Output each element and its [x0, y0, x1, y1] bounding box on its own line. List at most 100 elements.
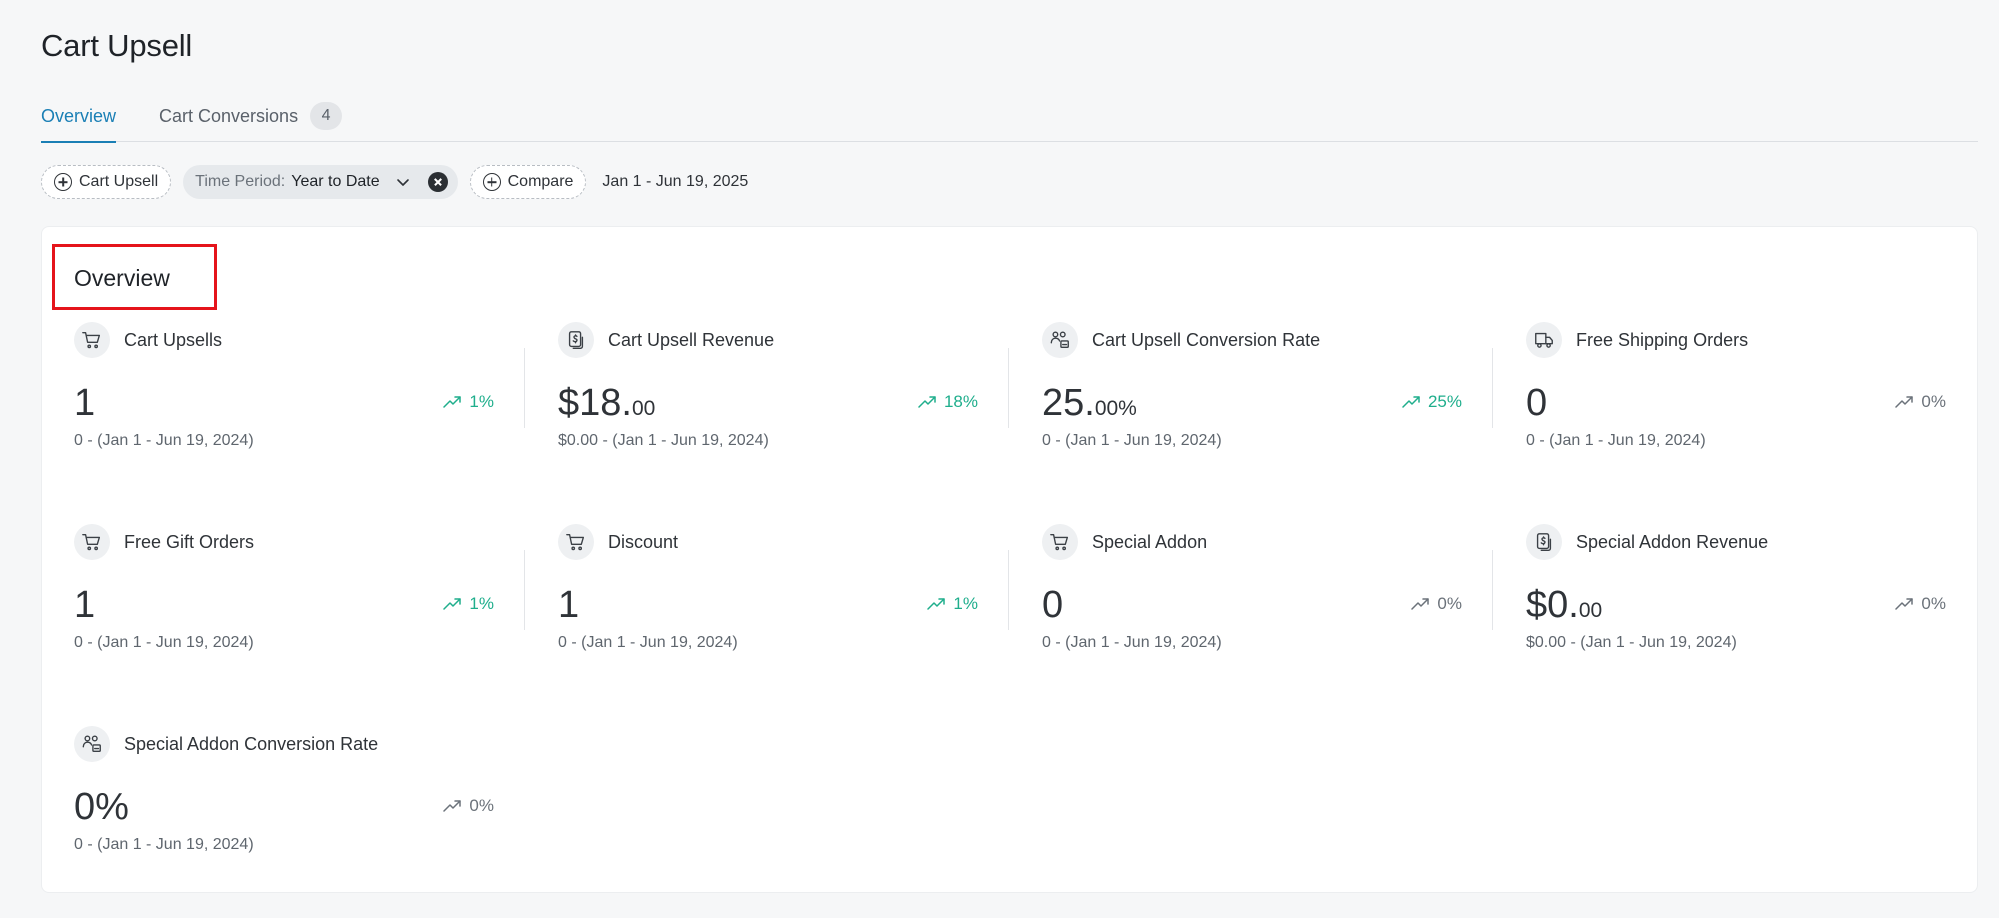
metric-delta-value: 1%	[469, 594, 494, 613]
metric-value: 1	[74, 384, 95, 422]
metric-header: Cart Upsells	[74, 322, 222, 358]
metric-header: Special Addon Revenue	[1526, 524, 1768, 560]
tab-cart-conversions-label: Cart Conversions	[159, 106, 299, 126]
trend-up-icon	[443, 395, 463, 409]
metric-value-main: 0	[1042, 584, 1064, 626]
trend-up-icon	[927, 597, 947, 611]
page-title: Cart Upsell	[41, 28, 193, 63]
trend-up-icon	[1402, 395, 1422, 409]
tab-overview-label: Overview	[41, 106, 117, 126]
cart-icon	[1042, 524, 1078, 560]
metric-comparison: 0 - (Jan 1 - Jun 19, 2024)	[74, 634, 254, 651]
metric-value-decimals: 00	[1578, 599, 1603, 622]
metric-card: Special Addon Revenue $0.00 0% $0.00 - (Jan…	[1526, 524, 1946, 674]
filter-bar: Cart Upsell Time Period: Year to Date Co…	[41, 165, 748, 199]
revenue-icon	[1526, 524, 1562, 560]
compare-button[interactable]: Compare	[469, 165, 587, 199]
metric-card: Cart Upsells 1 1% 0 - (Jan 1 - Jun 19, 2024…	[74, 322, 494, 472]
metric-value: 1	[558, 586, 579, 624]
tab-cart-conversions[interactable]: Cart Conversions 4	[159, 100, 343, 142]
metric-label: Free Gift Orders	[124, 531, 255, 552]
column-divider	[1492, 348, 1493, 428]
metric-value: $0.00	[1526, 586, 1602, 624]
trend-up-icon	[1895, 597, 1915, 611]
metric-card: Free Shipping Orders 0 0% 0 - (Jan 1 - Jun …	[1526, 322, 1946, 472]
metric-delta-value: 0%	[1921, 594, 1946, 613]
metric-value: 1	[74, 586, 95, 624]
metric-value-main: 25.	[1042, 382, 1095, 424]
metric-delta: 18%	[918, 392, 978, 412]
metric-comparison: 0 - (Jan 1 - Jun 19, 2024)	[74, 836, 254, 853]
metric-card: Special Addon 0 0% 0 - (Jan 1 - Jun 19, 202…	[1042, 524, 1462, 674]
metric-header: Free Shipping Orders	[1526, 322, 1748, 358]
metric-label: Discount	[608, 531, 679, 552]
metric-header: Special Addon Conversion Rate	[74, 726, 378, 762]
metric-value-main: 0%	[74, 786, 129, 828]
cart-icon	[558, 524, 594, 560]
metric-comparison: $0.00 - (Jan 1 - Jun 19, 2024)	[1526, 634, 1737, 651]
time-period-key: Time Period:	[195, 173, 286, 190]
metric-value-main: 1	[74, 584, 96, 626]
metric-value-main: 1	[558, 584, 580, 626]
metric-delta: 0%	[1895, 594, 1946, 614]
trend-up-icon	[443, 597, 463, 611]
metric-label: Special Addon	[1092, 531, 1208, 552]
revenue-icon	[558, 322, 594, 358]
metric-delta: 0%	[1411, 594, 1462, 614]
metric-delta: 0%	[443, 796, 494, 816]
metric-value: 0	[1042, 586, 1063, 624]
chevron-down-icon[interactable]	[396, 175, 410, 189]
metric-card: Cart Upsell Conversion Rate 25.00% 25% 0 - …	[1042, 322, 1462, 472]
metric-label: Free Shipping Orders	[1576, 329, 1749, 350]
metric-header: Cart Upsell Revenue	[558, 322, 774, 358]
metric-delta: 1%	[443, 392, 494, 412]
metric-card: Discount 1 1% 0 - (Jan 1 - Jun 19, 2024)	[558, 524, 978, 674]
metric-value-main: 0	[1526, 382, 1548, 424]
time-period-filter[interactable]: Time Period: Year to Date	[183, 165, 458, 199]
metric-label: Cart Upsells	[124, 329, 223, 350]
metric-value-decimals: 00%	[1094, 397, 1137, 420]
trend-up-icon	[1895, 395, 1915, 409]
column-divider	[1008, 348, 1009, 428]
metric-delta-value: 0%	[1921, 392, 1946, 411]
metric-value: 0%	[74, 788, 129, 826]
metric-comparison: 0 - (Jan 1 - Jun 19, 2024)	[1042, 634, 1222, 651]
metric-delta: 1%	[443, 594, 494, 614]
metric-value-decimals: 00	[631, 397, 656, 420]
metric-header: Free Gift Orders	[74, 524, 254, 560]
metric-value: $18.00	[558, 384, 655, 422]
clear-filter-icon[interactable]	[427, 172, 448, 192]
metric-label: Cart Upsell Conversion Rate	[1092, 329, 1321, 350]
metric-value-main: $18.	[558, 382, 632, 424]
metric-delta-value: 18%	[943, 392, 978, 411]
plus-circle-icon	[482, 173, 501, 191]
metric-delta-value: 25%	[1427, 392, 1462, 411]
plus-circle-icon	[54, 173, 72, 191]
date-range-text: Jan 1 - Jun 19, 2025	[602, 173, 749, 190]
column-divider	[524, 550, 525, 630]
metric-delta: 1%	[927, 594, 978, 614]
metric-label: Cart Upsell Revenue	[608, 329, 775, 350]
metric-value-main: 1	[74, 382, 96, 424]
add-cart-upsell-filter-button[interactable]: Cart Upsell	[41, 165, 172, 199]
trend-up-icon	[443, 799, 463, 813]
trend-up-icon	[918, 395, 938, 409]
metric-comparison: $0.00 - (Jan 1 - Jun 19, 2024)	[558, 432, 769, 449]
users-rate-icon	[1042, 322, 1078, 358]
metric-label: Special Addon Revenue	[1576, 531, 1769, 552]
users-rate-icon	[74, 726, 110, 762]
metric-value: 25.00%	[1042, 384, 1137, 422]
metric-delta: 0%	[1895, 392, 1946, 412]
metric-header: Special Addon	[1042, 524, 1207, 560]
cart-upsell-filter-label: Cart Upsell	[79, 173, 159, 190]
metric-card: Cart Upsell Revenue $18.00 18% $0.00 - (Jan…	[558, 322, 978, 472]
metric-comparison: 0 - (Jan 1 - Jun 19, 2024)	[558, 634, 738, 651]
compare-label: Compare	[507, 173, 574, 190]
metric-comparison: 0 - (Jan 1 - Jun 19, 2024)	[74, 432, 254, 449]
overview-section-title: Overview	[74, 265, 170, 291]
metric-comparison: 0 - (Jan 1 - Jun 19, 2024)	[1526, 432, 1706, 449]
column-divider	[524, 348, 525, 428]
tab-overview[interactable]: Overview	[41, 100, 117, 143]
cart-icon	[74, 322, 110, 358]
trend-up-icon	[1411, 597, 1431, 611]
